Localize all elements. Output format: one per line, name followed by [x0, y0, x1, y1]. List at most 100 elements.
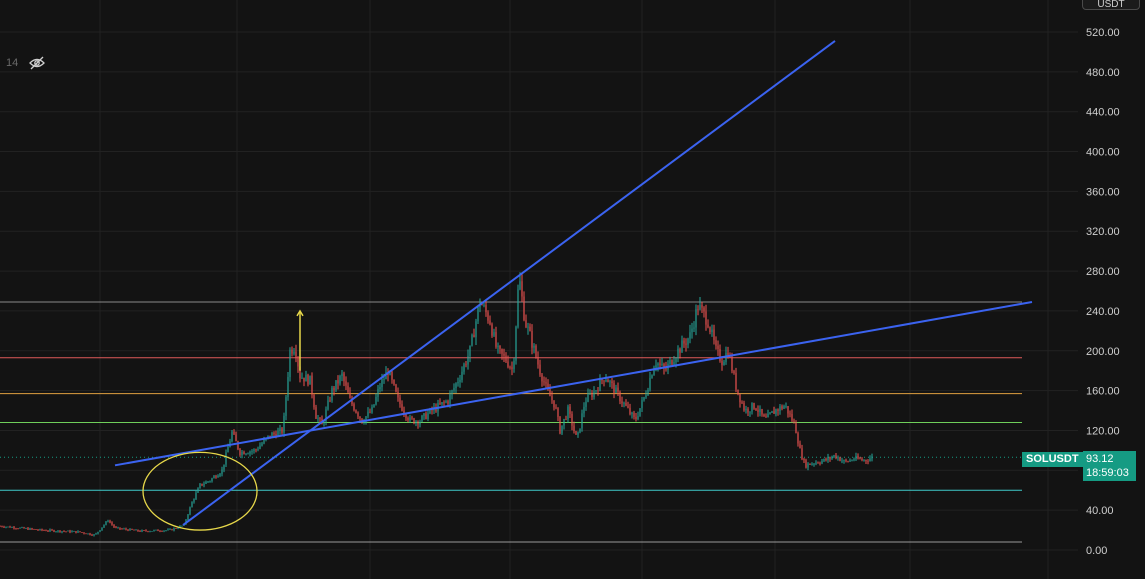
candle-body — [127, 529, 129, 531]
candle-body — [699, 304, 701, 310]
candle-body — [247, 453, 249, 455]
candle-body — [61, 531, 63, 533]
candle-body — [573, 425, 575, 431]
candle-body — [785, 406, 787, 407]
horizontal-levels — [0, 301, 1078, 543]
candle-body — [717, 345, 719, 349]
y-tick-label: 160.00 — [1086, 386, 1120, 398]
candle-body — [253, 449, 255, 452]
candle-body — [821, 460, 823, 464]
candle-body — [3, 526, 5, 528]
candle-body — [443, 402, 445, 403]
candle-body — [495, 332, 497, 347]
candle-body — [201, 483, 203, 486]
candle-body — [671, 360, 673, 365]
trendline — [114, 300, 1033, 467]
candle-body — [37, 529, 39, 531]
candle-body — [617, 387, 619, 392]
candle-body — [855, 455, 857, 460]
candle-body — [335, 380, 337, 391]
candle-body — [467, 356, 469, 365]
candle-body — [167, 529, 169, 531]
candle-body — [379, 387, 381, 390]
candles — [0, 272, 873, 537]
candle-body — [419, 421, 421, 425]
candle-body — [463, 364, 465, 372]
candle-body — [417, 421, 419, 425]
candle-body — [453, 388, 455, 391]
candle-body — [215, 476, 217, 478]
candle-body — [173, 528, 175, 531]
candle-body — [763, 414, 765, 417]
eye-off-icon[interactable] — [28, 56, 46, 70]
candle-body — [651, 375, 653, 378]
candle-body — [851, 460, 853, 462]
candle-body — [523, 296, 525, 321]
price-chart[interactable]: 0.0040.0080.00120.00160.00200.00240.0028… — [0, 0, 1145, 579]
candle-body — [731, 356, 733, 372]
candle-body — [1, 526, 3, 527]
candle-body — [579, 428, 581, 433]
y-tick-label: 480.00 — [1086, 67, 1120, 79]
candle-body — [563, 418, 565, 426]
candle-body — [375, 396, 377, 405]
candle-body — [151, 531, 153, 532]
candle-body — [309, 375, 311, 385]
candle-body — [599, 379, 601, 391]
candle-body — [771, 411, 773, 413]
candle-body — [473, 334, 475, 338]
candle-body — [677, 348, 679, 359]
candle-body — [411, 417, 413, 419]
candle-body — [221, 469, 223, 474]
candle-body — [635, 416, 637, 420]
y-tick-label: 40.00 — [1086, 505, 1114, 517]
candle-body — [131, 528, 133, 530]
candle-body — [515, 326, 517, 361]
candle-body — [543, 381, 545, 383]
candle-body — [705, 311, 707, 325]
candle-body — [317, 418, 319, 420]
candle-body — [205, 481, 207, 484]
candle-body — [587, 393, 589, 402]
candle-body — [409, 417, 411, 421]
candle-body — [199, 483, 201, 489]
candle-body — [757, 410, 759, 412]
candle-body — [869, 458, 871, 462]
candle-body — [129, 528, 131, 531]
candle-body — [87, 533, 89, 535]
candle-body — [15, 528, 17, 530]
candle-body — [685, 343, 687, 345]
candle-body — [33, 529, 35, 530]
candle-body — [333, 387, 335, 391]
candle-body — [641, 400, 643, 409]
candle-body — [189, 507, 191, 515]
candle-body — [841, 460, 843, 462]
candle-body — [675, 358, 677, 363]
candle-body — [823, 458, 825, 461]
candle-body — [455, 383, 457, 389]
candle-body — [469, 345, 471, 357]
candle-body — [177, 527, 179, 529]
candle-body — [17, 528, 19, 530]
candle-body — [139, 531, 141, 532]
candle-body — [859, 458, 861, 460]
candle-body — [377, 389, 379, 397]
candle-body — [327, 400, 329, 410]
candle-body — [557, 408, 559, 417]
currency-selector[interactable]: USDT — [1082, 0, 1140, 10]
candle-body — [565, 418, 567, 420]
candle-body — [395, 384, 397, 392]
candle-body — [339, 375, 341, 384]
candle-body — [857, 455, 859, 459]
candle-body — [231, 431, 233, 442]
candle-body — [627, 405, 629, 408]
candle-body — [509, 366, 511, 368]
candle-body — [103, 524, 105, 528]
candle-body — [353, 404, 355, 411]
candle-body — [217, 475, 219, 478]
candle-body — [749, 411, 751, 413]
candle-body — [827, 457, 829, 461]
candle-body — [525, 320, 527, 328]
candle-body — [499, 345, 501, 349]
candle-body — [111, 522, 113, 525]
